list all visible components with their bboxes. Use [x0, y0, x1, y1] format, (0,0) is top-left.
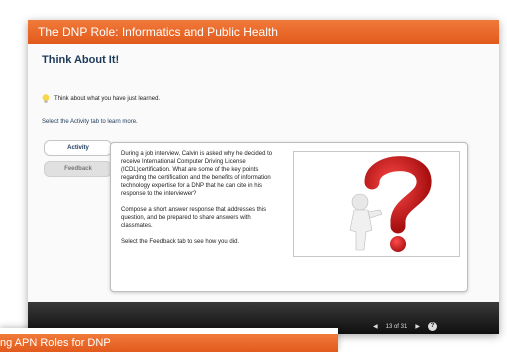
- select-instruction: Select the Activity tab to learn more.: [42, 119, 138, 125]
- think-text: Think about what you have just learned.: [54, 96, 161, 102]
- question-illustration: [293, 151, 460, 257]
- think-row: Think about what you have just learned.: [42, 94, 160, 104]
- previous-icon[interactable]: ◀: [373, 323, 378, 330]
- second-course-window: ng APN Roles for DNP: [0, 328, 338, 352]
- second-window-titlebar: ng APN Roles for DNP: [0, 334, 338, 352]
- activity-text: During a job interview, Calvin is asked …: [121, 150, 281, 254]
- page-heading: Think About It!: [42, 54, 120, 66]
- lightbulb-icon: [42, 94, 50, 103]
- activity-panel: During a job interview, Calvin is asked …: [110, 142, 468, 292]
- content-area: Think About It! Think about what you hav…: [28, 44, 499, 302]
- activity-instruction: Compose a short answer response that add…: [121, 207, 267, 229]
- window-titlebar: The DNP Role: Informatics and Public Hea…: [28, 20, 499, 44]
- activity-question: During a job interview, Calvin is asked …: [121, 151, 273, 197]
- feedback-hint: Select the Feedback tab to see how you d…: [121, 239, 240, 245]
- page-indicator: 13 of 31: [385, 323, 408, 330]
- question-mark-figure-icon: [349, 156, 432, 252]
- help-icon[interactable]: ?: [427, 322, 437, 331]
- course-window: The DNP Role: Informatics and Public Hea…: [28, 20, 499, 334]
- navigation-strip: ◀ 13 of 31 ▶ ?: [373, 319, 499, 334]
- tab-activity[interactable]: Activity: [44, 140, 112, 156]
- tab-feedback[interactable]: Feedback: [44, 161, 112, 177]
- next-icon[interactable]: ▶: [415, 323, 420, 330]
